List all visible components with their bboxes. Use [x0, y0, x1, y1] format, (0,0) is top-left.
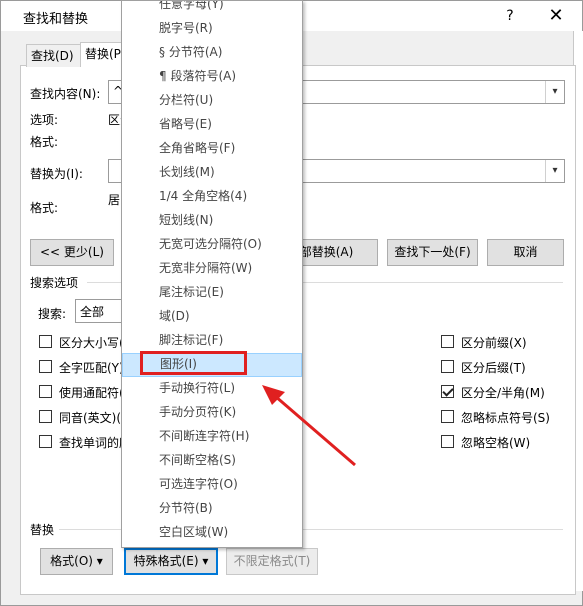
arrow-icon — [262, 385, 356, 467]
